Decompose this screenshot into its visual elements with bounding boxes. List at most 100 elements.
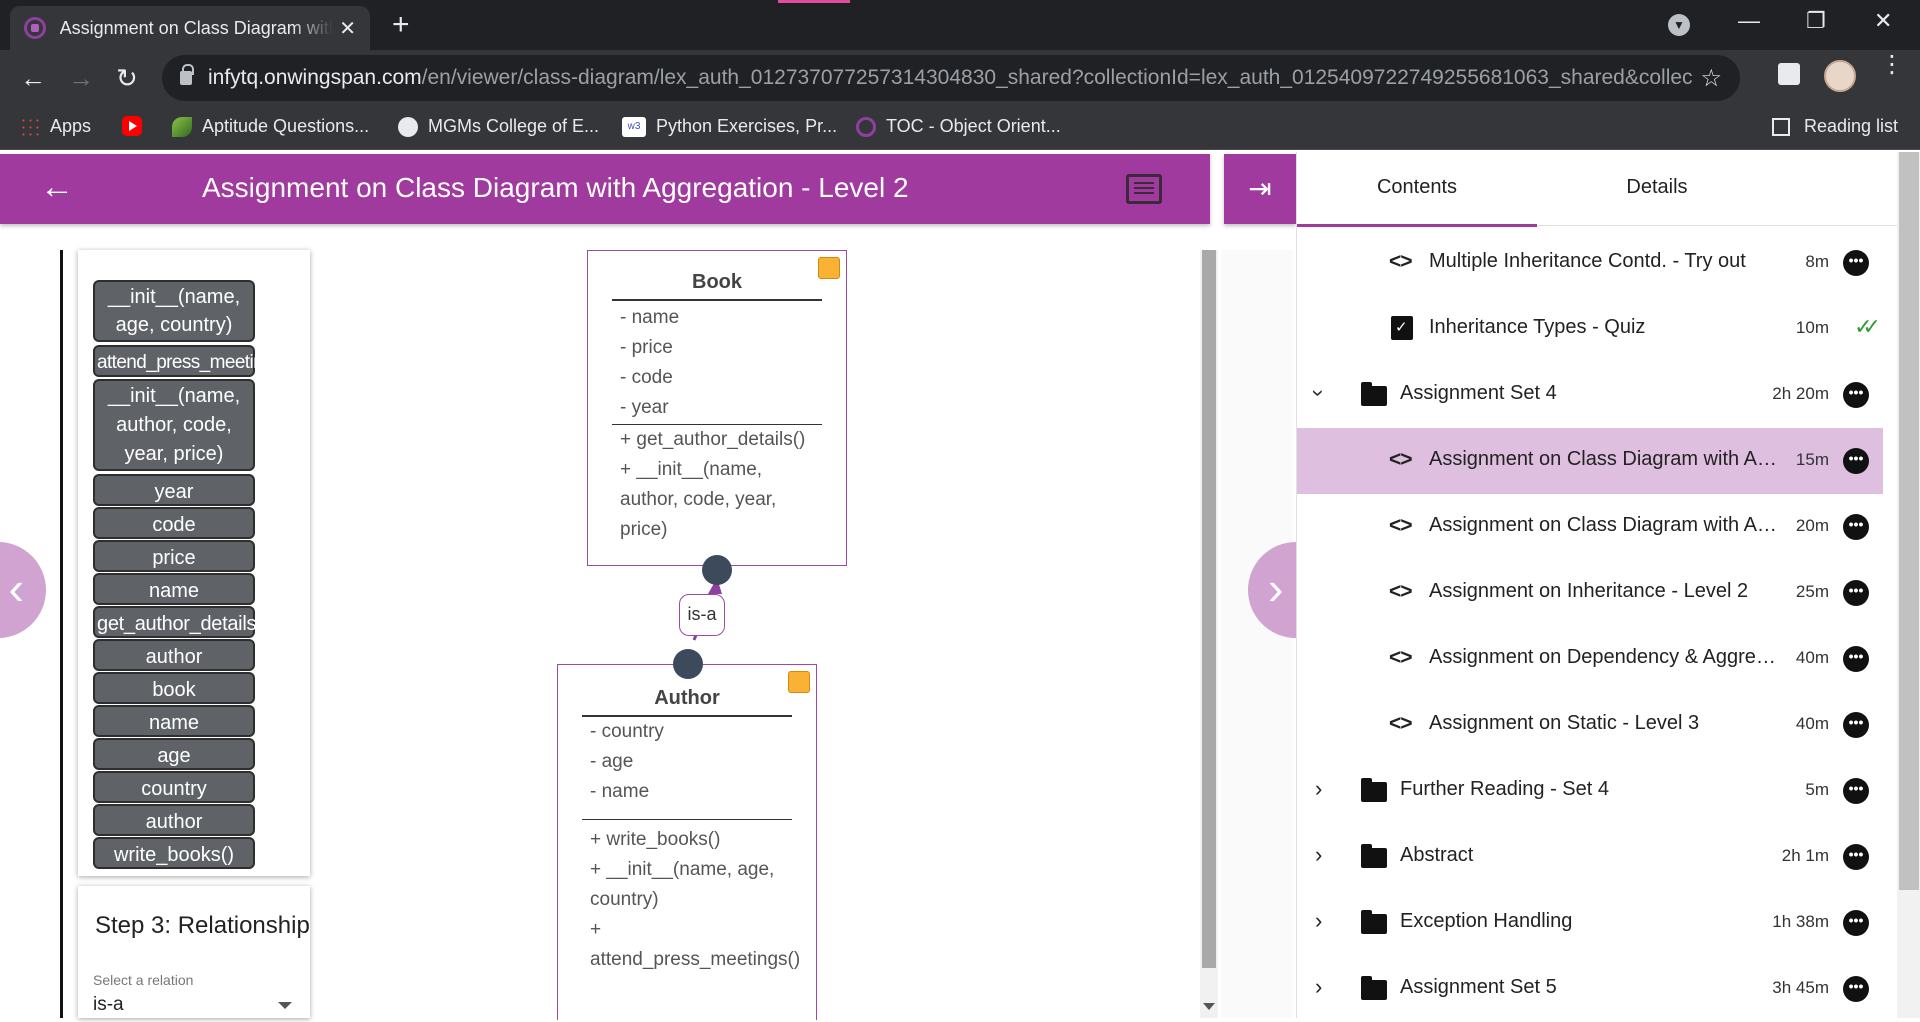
palette-chip[interactable]: name (93, 705, 255, 737)
more-options-icon[interactable]: ••• (1843, 910, 1869, 936)
palette-chip[interactable]: name (93, 573, 255, 605)
back-arrow-icon[interactable]: ← (40, 170, 74, 204)
item-title: Assignment on Class Diagram with Aggrega… (1429, 448, 1785, 470)
forward-icon[interactable]: → (68, 63, 94, 93)
class-attribute: - name (620, 307, 680, 328)
list-item-active[interactable]: <> Assignment on Class Diagram with Aggr… (1297, 428, 1883, 494)
collapse-sidebar-button[interactable]: ⇥ (1224, 154, 1296, 224)
book-class-box[interactable]: Book - name - price - code - year + get_… (587, 250, 847, 566)
more-options-icon[interactable]: ••• (1843, 448, 1869, 474)
list-item[interactable]: › Exception Handling 1h 38m ••• (1297, 890, 1883, 956)
more-options-icon[interactable]: ••• (1843, 646, 1869, 672)
relation-select[interactable]: is-a (93, 994, 124, 1016)
reading-list[interactable]: Reading list (1772, 116, 1898, 137)
list-item[interactable]: › Assignment Set 4 2h 20m ••• (1297, 362, 1883, 428)
chevron-right-icon[interactable]: › (1315, 908, 1322, 934)
tab-contents[interactable]: Contents (1297, 176, 1537, 227)
feedback-icon[interactable] (1126, 174, 1162, 204)
sidebar-scrollbar[interactable] (1897, 152, 1920, 1018)
relation-label[interactable]: is-a (679, 594, 725, 636)
more-options-icon[interactable]: ••• (1843, 976, 1869, 1002)
list-item[interactable]: › Abstract 2h 1m ••• (1297, 824, 1883, 890)
palette-chip[interactable]: author (93, 804, 255, 836)
lock-icon[interactable] (180, 64, 194, 85)
bookmark-toc[interactable]: TOC - Object Orient... (856, 116, 1061, 137)
bookmark-apps[interactable]: Apps (20, 116, 91, 137)
class-method: + __init__(name, (620, 459, 763, 480)
browser-tab[interactable]: Assignment on Class Diagram with Aggrega… (10, 6, 370, 50)
reload-icon[interactable]: ↻ (116, 63, 138, 93)
palette-chip[interactable]: age (93, 738, 255, 770)
palette-chip[interactable]: write_books() (93, 837, 255, 869)
more-options-icon[interactable]: ••• (1843, 382, 1869, 408)
list-item[interactable]: <> Assignment on Static - Level 3 40m ••… (1297, 692, 1883, 758)
author-class-box[interactable]: Author - country - age - name + write_bo… (557, 664, 817, 1020)
palette-chip[interactable]: __init__(name, author, code, year, price… (93, 379, 255, 471)
list-item[interactable]: <> Multiple Inheritance Contd. - Try out… (1297, 230, 1883, 296)
palette-chip[interactable]: author (93, 639, 255, 671)
palette-chip[interactable]: country (93, 771, 255, 803)
more-options-icon[interactable]: ••• (1843, 250, 1869, 276)
author-connection-handle[interactable] (673, 649, 703, 679)
class-method: country) (590, 889, 659, 910)
more-options-icon[interactable]: ••• (1843, 778, 1869, 804)
more-options-icon[interactable]: ••• (1843, 844, 1869, 870)
palette-chip[interactable]: __init__(name, age, country) (93, 280, 255, 342)
class-name: Book (692, 271, 742, 293)
dropdown-caret-icon[interactable] (278, 1002, 292, 1009)
previous-arrow-icon[interactable]: ‹ (0, 542, 46, 638)
class-divider (582, 819, 792, 820)
palette-chip[interactable]: code (93, 507, 255, 539)
item-title: Assignment on Dependency & Aggregation -… (1429, 646, 1785, 668)
youtube-icon (122, 116, 142, 136)
profile-avatar[interactable] (1824, 60, 1856, 92)
restore-icon[interactable]: ❐ (1806, 8, 1826, 34)
list-item[interactable]: › Assignment Set 5 3h 45m ••• (1297, 956, 1883, 1022)
folder-icon (1361, 910, 1387, 934)
back-icon[interactable]: ← (20, 63, 46, 93)
minimize-icon[interactable]: — (1738, 8, 1760, 34)
item-duration: 20m (1795, 516, 1829, 535)
class-attribute: - name (590, 781, 650, 802)
scroll-down-arrow-icon[interactable] (1203, 1003, 1215, 1010)
chevron-right-icon[interactable]: › (1315, 776, 1322, 802)
palette-chip[interactable]: year (93, 474, 255, 506)
chevron-right-icon[interactable]: › (1315, 842, 1322, 868)
list-item[interactable]: › Further Reading - Set 4 5m ••• (1297, 758, 1883, 824)
chevron-down-icon[interactable]: › (1306, 389, 1332, 396)
palette-chip[interactable]: attend_press_meetings() (93, 345, 294, 377)
tab-search-icon[interactable]: ▼ (1668, 14, 1690, 36)
address-bar[interactable]: infytq.onwingspan.com/en/viewer/class-di… (162, 55, 1740, 101)
book-connection-handle[interactable] (702, 555, 732, 585)
list-item[interactable]: <> Assignment on Dependency & Aggregatio… (1297, 626, 1883, 692)
more-options-icon[interactable]: ••• (1843, 712, 1869, 738)
list-item[interactable]: <> Assignment on Class Diagram with Aggr… (1297, 494, 1883, 560)
palette-chip[interactable]: book (93, 672, 255, 704)
bookmark-youtube[interactable] (122, 116, 152, 136)
diagram-scrollbar[interactable] (1200, 250, 1218, 1018)
more-options-icon[interactable]: ••• (1843, 580, 1869, 606)
palette-chip[interactable]: get_author_details() (93, 606, 269, 638)
window-close-icon[interactable]: ✕ (1874, 8, 1892, 34)
close-tab-icon[interactable]: ✕ (339, 16, 356, 41)
class-method: + get_author_details() (620, 429, 806, 450)
more-options-icon[interactable]: ••• (1843, 514, 1869, 540)
sidebar-scrollbar-thumb[interactable] (1899, 152, 1919, 890)
extensions-icon[interactable] (1778, 63, 1800, 85)
bookmark-star-icon[interactable]: ☆ (1700, 64, 1722, 93)
browser-menu-icon[interactable]: ⋮ (1880, 53, 1904, 77)
tab-details[interactable]: Details (1537, 176, 1777, 199)
code-icon: <> (1389, 712, 1413, 735)
bookmark-python[interactable]: w3 Python Exercises, Pr... (622, 116, 837, 137)
item-duration: 40m (1795, 648, 1829, 667)
new-tab-icon[interactable]: + (392, 10, 410, 40)
bookmark-aptitude[interactable]: Aptitude Questions... (172, 116, 369, 137)
leaf-icon (172, 116, 192, 137)
chevron-right-icon[interactable]: › (1315, 974, 1322, 1000)
bookmark-mgms[interactable]: MGMs College of E... (398, 116, 599, 137)
list-item[interactable]: <> Assignment on Inheritance - Level 2 2… (1297, 560, 1883, 626)
palette-chip[interactable]: price (93, 540, 255, 572)
code-icon: <> (1389, 580, 1413, 603)
diagram-scrollbar-thumb[interactable] (1202, 250, 1216, 968)
list-item[interactable]: Inheritance Types - Quiz 10m ✓✓ (1297, 296, 1883, 362)
